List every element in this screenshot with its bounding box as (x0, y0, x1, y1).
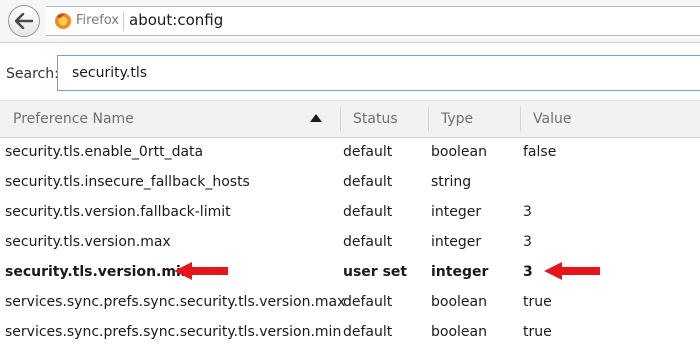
preference-name: security.tls.version.max (5, 234, 171, 250)
preferences-list: security.tls.enable_0rtt_data default bo… (0, 136, 700, 346)
preference-type: integer (431, 234, 482, 250)
search-label: Search: (6, 66, 59, 82)
table-row[interactable]: security.tls.insecure_fallback_hosts def… (0, 166, 700, 196)
preference-name: services.sync.prefs.sync.security.tls.ve… (5, 294, 346, 310)
preference-type: boolean (431, 294, 487, 310)
sort-ascending-icon (310, 114, 322, 122)
preference-type: boolean (431, 144, 487, 160)
identity-label: Firefox (76, 13, 120, 28)
preference-value: true (523, 294, 552, 310)
column-header-preference-name[interactable]: Preference Name (0, 101, 340, 137)
column-header-value[interactable]: Value (520, 101, 700, 137)
search-input[interactable] (57, 55, 700, 91)
preference-type: string (431, 174, 472, 190)
preference-name: security.tls.enable_0rtt_data (5, 144, 204, 160)
preference-status: default (343, 294, 393, 310)
table-row[interactable]: services.sync.prefs.sync.security.tls.ve… (0, 316, 700, 346)
red-arrow-icon (174, 262, 228, 280)
url-divider (123, 12, 124, 31)
table-row[interactable]: services.sync.prefs.sync.security.tls.ve… (0, 286, 700, 316)
preference-status: default (343, 174, 393, 190)
table-row[interactable]: security.tls.version.max default integer… (0, 226, 700, 256)
preference-name: security.tls.version.min (5, 264, 191, 280)
preference-value: 3 (523, 204, 532, 220)
preference-value: true (523, 324, 552, 340)
preference-value: 3 (523, 234, 532, 250)
table-row-modified[interactable]: security.tls.version.min user set intege… (0, 256, 700, 286)
firefox-logo-icon (55, 13, 71, 29)
navigation-bar: Firefox about:config (0, 0, 700, 43)
preference-name: services.sync.prefs.sync.security.tls.ve… (5, 324, 342, 340)
preference-value: false (523, 144, 557, 160)
preference-type: boolean (431, 324, 487, 340)
column-header-status[interactable]: Status (340, 101, 428, 137)
back-arrow-icon (15, 13, 33, 29)
preference-status: default (343, 324, 393, 340)
url-bar[interactable]: Firefox about:config (46, 6, 700, 36)
preference-name: security.tls.version.fallback-limit (5, 204, 231, 220)
table-row[interactable]: security.tls.enable_0rtt_data default bo… (0, 136, 700, 166)
preference-status: default (343, 204, 393, 220)
preference-type: integer (431, 204, 482, 220)
table-header: Preference Name Status Type Value (0, 100, 700, 138)
red-arrow-icon (544, 262, 600, 280)
preference-name: security.tls.insecure_fallback_hosts (5, 174, 250, 190)
column-header-type[interactable]: Type (428, 101, 520, 137)
preference-type: integer (431, 264, 489, 280)
back-button[interactable] (8, 5, 40, 37)
url-text[interactable]: about:config (129, 11, 223, 29)
preference-status: default (343, 144, 393, 160)
table-row[interactable]: security.tls.version.fallback-limit defa… (0, 196, 700, 226)
preference-status: user set (343, 264, 408, 280)
preference-value: 3 (523, 264, 533, 280)
preference-status: default (343, 234, 393, 250)
